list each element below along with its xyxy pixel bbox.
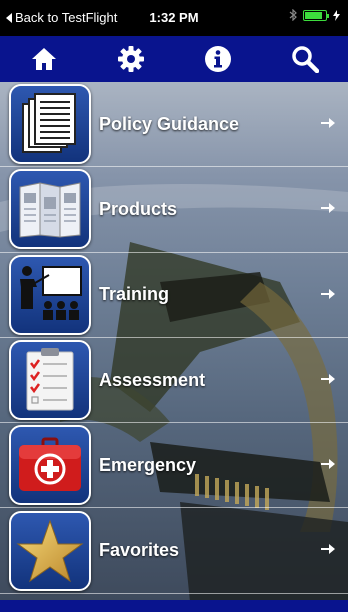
arrow-right-icon — [321, 459, 335, 470]
status-bar: Back to TestFlight 1:32 PM — [0, 0, 348, 36]
gear-icon — [117, 46, 144, 72]
battery-icon — [303, 9, 329, 21]
info-button[interactable] — [194, 39, 242, 79]
brochure-icon — [9, 169, 91, 250]
checklist-icon — [9, 340, 91, 421]
arrow-right-icon — [321, 544, 335, 555]
menu-item-favorites[interactable]: Favorites — [0, 508, 348, 594]
menu-item-training[interactable]: Training — [0, 253, 348, 338]
bluetooth-icon — [289, 9, 297, 21]
home-button[interactable] — [20, 39, 68, 79]
menu-item-label: Favorites — [99, 540, 180, 561]
charging-bolt-icon — [333, 9, 340, 21]
settings-button[interactable] — [107, 39, 155, 79]
menu-item-label: Policy Guidance — [99, 113, 240, 134]
bottom-bar — [0, 600, 348, 612]
menu-item-label: Assessment — [99, 369, 206, 390]
menu-item-policy-guidance[interactable]: Policy Guidance — [0, 82, 348, 168]
first-aid-kit-icon — [9, 425, 91, 506]
arrow-right-icon — [321, 373, 335, 384]
menu-item-assessment[interactable]: Assessment — [0, 338, 348, 424]
search-button[interactable] — [281, 39, 329, 79]
presentation-icon — [9, 254, 91, 335]
menu-item-products[interactable]: Products — [0, 167, 348, 253]
arrow-right-icon — [321, 288, 335, 299]
menu-item-label: Products — [99, 198, 178, 219]
menu-item-emergency[interactable]: Emergency — [0, 423, 348, 509]
arrow-right-icon — [321, 118, 335, 128]
home-icon — [31, 48, 56, 70]
main-menu: Policy Guidance Products Training Assess… — [0, 82, 348, 594]
menu-item-label: Training — [99, 284, 170, 305]
nav-bar — [0, 36, 348, 82]
documents-icon — [9, 84, 91, 165]
search-icon — [291, 46, 319, 73]
menu-item-label: Emergency — [99, 454, 197, 475]
arrow-right-icon — [321, 203, 335, 214]
star-icon — [9, 510, 91, 591]
info-icon — [204, 46, 231, 72]
